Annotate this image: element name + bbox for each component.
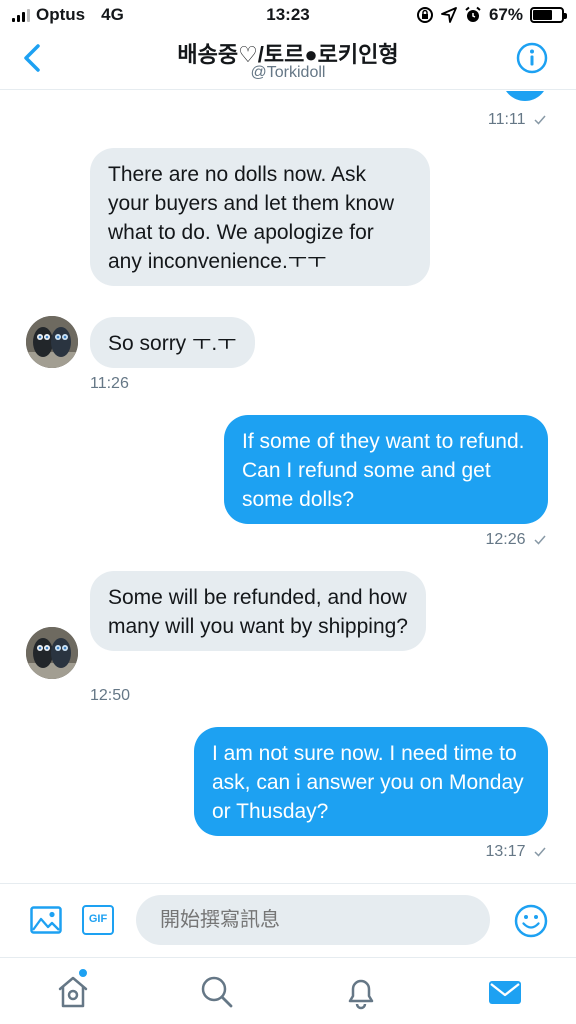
message-timestamp: 13:17 [486, 843, 547, 861]
info-icon[interactable] [516, 42, 548, 74]
gif-button[interactable]: GIF [82, 905, 114, 935]
message-bubble-incoming[interactable]: There are no dolls now. Ask your buyers … [90, 148, 430, 286]
message-bubble-outgoing[interactable] [502, 91, 548, 101]
message-timestamp: 11:11 [488, 111, 546, 129]
sender-avatar[interactable] [26, 316, 78, 368]
message-timestamp: 12:50 [90, 687, 131, 704]
bottom-tab-bar [0, 957, 576, 1024]
conversation-header: 배송중♡/토르●로키인형 @Torkidoll [0, 30, 576, 90]
messages-icon[interactable] [487, 974, 523, 1010]
message-timestamp: 12:26 [486, 531, 547, 549]
message-bubble-outgoing[interactable]: I am not sure now. I need time to ask, c… [194, 727, 548, 836]
message-bubble-outgoing[interactable]: If some of they want to refund. Can I re… [224, 415, 548, 524]
notifications-icon[interactable] [343, 974, 379, 1010]
sent-check-icon [534, 115, 546, 125]
avatar-image [26, 627, 78, 679]
message-bubble-incoming[interactable]: So sorry ㅜ.ㅜ [90, 317, 255, 368]
emoji-icon[interactable] [514, 904, 548, 938]
location-arrow-icon [441, 7, 457, 23]
orientation-lock-icon [416, 7, 433, 23]
message-timestamp: 11:26 [90, 375, 129, 392]
message-composer: GIF [0, 883, 576, 957]
home-icon[interactable] [55, 974, 91, 1010]
message-input[interactable] [136, 895, 490, 945]
battery-fill [533, 10, 552, 20]
status-right: 67% [416, 5, 567, 25]
notification-dot [78, 968, 88, 978]
conversation-handle: @Torkidoll [250, 64, 326, 81]
sender-avatar[interactable] [26, 627, 78, 679]
sent-check-icon [534, 847, 546, 857]
message-bubble-incoming[interactable]: Some will be refunded, and how many will… [90, 571, 426, 651]
search-icon[interactable] [199, 974, 235, 1010]
avatar-image [26, 316, 78, 368]
image-icon[interactable] [30, 906, 62, 934]
battery-icon [530, 7, 567, 23]
sent-check-icon [534, 535, 546, 545]
alarm-icon [465, 6, 481, 22]
battery-percent: 67% [488, 5, 523, 24]
status-bar: Optus 4G 13:23 67% [0, 0, 576, 30]
message-thread[interactable]: 11:11 There are no dolls now. Ask your b… [0, 91, 576, 883]
